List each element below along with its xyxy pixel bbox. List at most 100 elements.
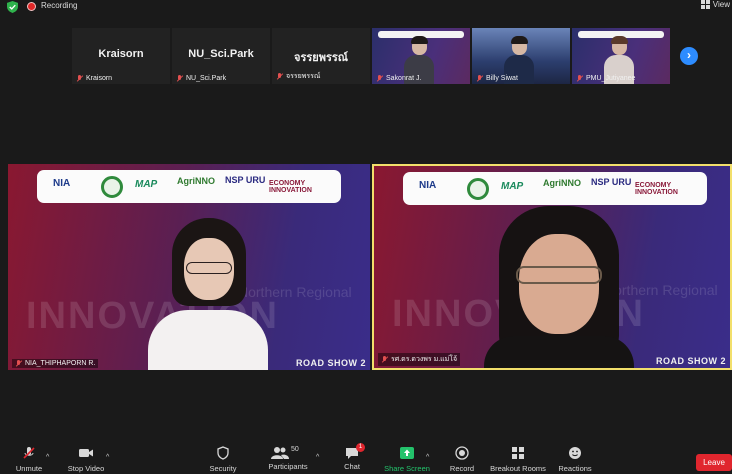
participant-name: Kraisorn [86, 75, 113, 82]
grid-view-icon [700, 0, 710, 9]
roadshow-label: ROAD SHOW 2 [655, 356, 726, 366]
mic-muted-icon [276, 73, 283, 80]
participant-video-sakonrat[interactable]: Sakonrat J. [372, 28, 470, 84]
participant-name-tag: NIA_THIPHAPORN R. [12, 359, 99, 368]
participants-options-chevron-icon[interactable]: ^ [316, 454, 319, 461]
event-banner: NIA MAP AgriNNO NSP URU ECONOMY INNOVATI… [37, 170, 341, 203]
security-shield-icon [217, 446, 229, 460]
speaker-video-image [148, 218, 268, 370]
meeting-toolbar: Unmute ^ Stop Video ^ Security 50 Partic… [0, 443, 732, 474]
nsp-uru-logo: NSP URU [591, 177, 632, 187]
nsp-uru-logo: NSP URU [225, 175, 266, 185]
participant-thumb-thai-name[interactable]: จรรยพรรณ์ จรรยพรรณ์ [272, 28, 370, 84]
speaker-video-image [484, 206, 634, 368]
security-label: Security [209, 464, 237, 473]
nia-logo: NIA [419, 180, 437, 191]
participant-video-image [604, 36, 634, 84]
participant-name-tag: รศ.ดร.ดวงพร ม.แม่โจ้ [378, 353, 461, 366]
participant-name: Billy Siwat [486, 75, 518, 82]
participant-display-name: Kraisorn [98, 48, 144, 60]
shield-check-icon[interactable] [7, 1, 18, 13]
participant-name-tag: Billy Siwat [476, 75, 518, 82]
economy-innovation-logo: ECONOMY INNOVATION [269, 180, 312, 194]
participant-display-name: จรรยพรรณ์ [294, 52, 348, 64]
participant-name-tag: Kraisorn [76, 75, 112, 82]
nia-logo: NIA [53, 178, 71, 189]
mic-muted-icon [176, 75, 183, 82]
stop-video-label: Stop Video [67, 464, 105, 473]
video-camera-icon [79, 449, 93, 457]
agrinno-logo: AgriNNO [543, 178, 581, 188]
leave-meeting-button[interactable]: Leave [696, 454, 732, 471]
university-seal-icon [101, 176, 123, 198]
mic-muted-icon [576, 75, 583, 82]
top-bar: Recording View [0, 0, 732, 14]
participant-thumb-nu-sci-park[interactable]: NU_Sci.Park NU_Sci.Park [172, 28, 270, 84]
participant-video-image [504, 36, 534, 84]
mic-muted-icon [15, 360, 22, 367]
chat-icon-group: 1 [345, 443, 365, 460]
participants-count: 50 [291, 446, 299, 453]
reactions-button[interactable]: Reactions [558, 446, 592, 473]
view-button[interactable]: View [700, 0, 732, 9]
economy-innovation-logo: ECONOMY INNOVATION [635, 182, 678, 196]
record-icon [455, 446, 469, 460]
participant-name-tag: Sakonrat J. [376, 75, 421, 82]
record-label: Record [449, 464, 475, 473]
breakout-rooms-icon [512, 447, 524, 459]
mic-muted-icon [381, 356, 388, 363]
participant-name: รศ.ดร.ดวงพร ม.แม่โจ้ [391, 356, 458, 363]
people-icon [271, 447, 289, 459]
stop-video-button[interactable]: Stop Video [66, 446, 106, 473]
video-tile-nia-thiphaporn[interactable]: NIA MAP AgriNNO NSP URU ECONOMY INNOVATI… [8, 164, 370, 370]
reactions-smiley-icon [569, 447, 581, 459]
chat-label: Chat [344, 462, 360, 471]
roadshow-label: ROAD SHOW 2 [295, 358, 366, 368]
microphone-muted-icon [23, 447, 35, 459]
participant-video-billy[interactable]: Billy Siwat [472, 28, 570, 84]
breakout-rooms-button[interactable]: Breakout Rooms [490, 446, 546, 473]
share-screen-label: Share Screen [384, 464, 430, 473]
participants-button[interactable]: 50 Participants [266, 446, 310, 471]
participant-video-image [404, 36, 434, 84]
agrinno-logo: AgriNNO [177, 176, 215, 186]
university-seal-icon [467, 178, 489, 200]
unmute-label: Unmute [15, 464, 43, 473]
participant-display-name: NU_Sci.Park [188, 48, 254, 60]
video-tile-active-speaker[interactable]: NIA MAP AgriNNO NSP URU ECONOMY INNOVATI… [372, 164, 732, 370]
participant-name: NIA_THIPHAPORN R. [25, 360, 96, 367]
map-logo: MAP [501, 181, 524, 192]
chat-unread-badge: 1 [356, 443, 365, 452]
mic-muted-icon [76, 75, 83, 82]
unmute-button[interactable]: Unmute [14, 446, 44, 473]
participant-name: PMU_Jutiyanee [586, 75, 636, 82]
next-page-button[interactable]: › [680, 47, 698, 65]
breakout-rooms-label: Breakout Rooms [490, 464, 546, 473]
participant-video-pmu[interactable]: PMU_Jutiyanee [572, 28, 670, 84]
share-screen-button[interactable]: Share Screen [384, 446, 430, 473]
audio-options-chevron-icon[interactable]: ^ [46, 454, 49, 461]
share-screen-icon [400, 447, 414, 459]
chat-button[interactable]: 1 Chat [340, 443, 365, 471]
participant-name: จรรยพรรณ์ [286, 73, 321, 80]
share-options-chevron-icon[interactable]: ^ [426, 454, 429, 461]
event-banner: NIA MAP AgriNNO NSP URU ECONOMY INNOVATI… [403, 172, 707, 205]
view-label: View [712, 0, 730, 9]
map-logo: MAP [135, 179, 158, 190]
participant-name: Sakonrat J. [386, 75, 422, 82]
security-button[interactable]: Security [208, 446, 238, 473]
participants-icon-group: 50 [271, 446, 305, 460]
recording-icon[interactable] [27, 2, 36, 11]
recording-label: Recording [41, 1, 78, 10]
video-options-chevron-icon[interactable]: ^ [106, 454, 109, 461]
participant-name-tag: จรรยพรรณ์ [276, 71, 320, 82]
participant-thumb-kraisorn[interactable]: Kraisorn Kraisorn [72, 28, 170, 84]
record-button[interactable]: Record [448, 446, 476, 473]
participants-label: Participants [268, 462, 308, 471]
participant-name-tag: PMU_Jutiyanee [576, 75, 635, 82]
mic-muted-icon [476, 75, 483, 82]
participant-name-tag: NU_Sci.Park [176, 75, 226, 82]
participant-name: NU_Sci.Park [186, 75, 227, 82]
mic-muted-icon [376, 75, 383, 82]
chevron-right-icon: › [687, 48, 691, 62]
